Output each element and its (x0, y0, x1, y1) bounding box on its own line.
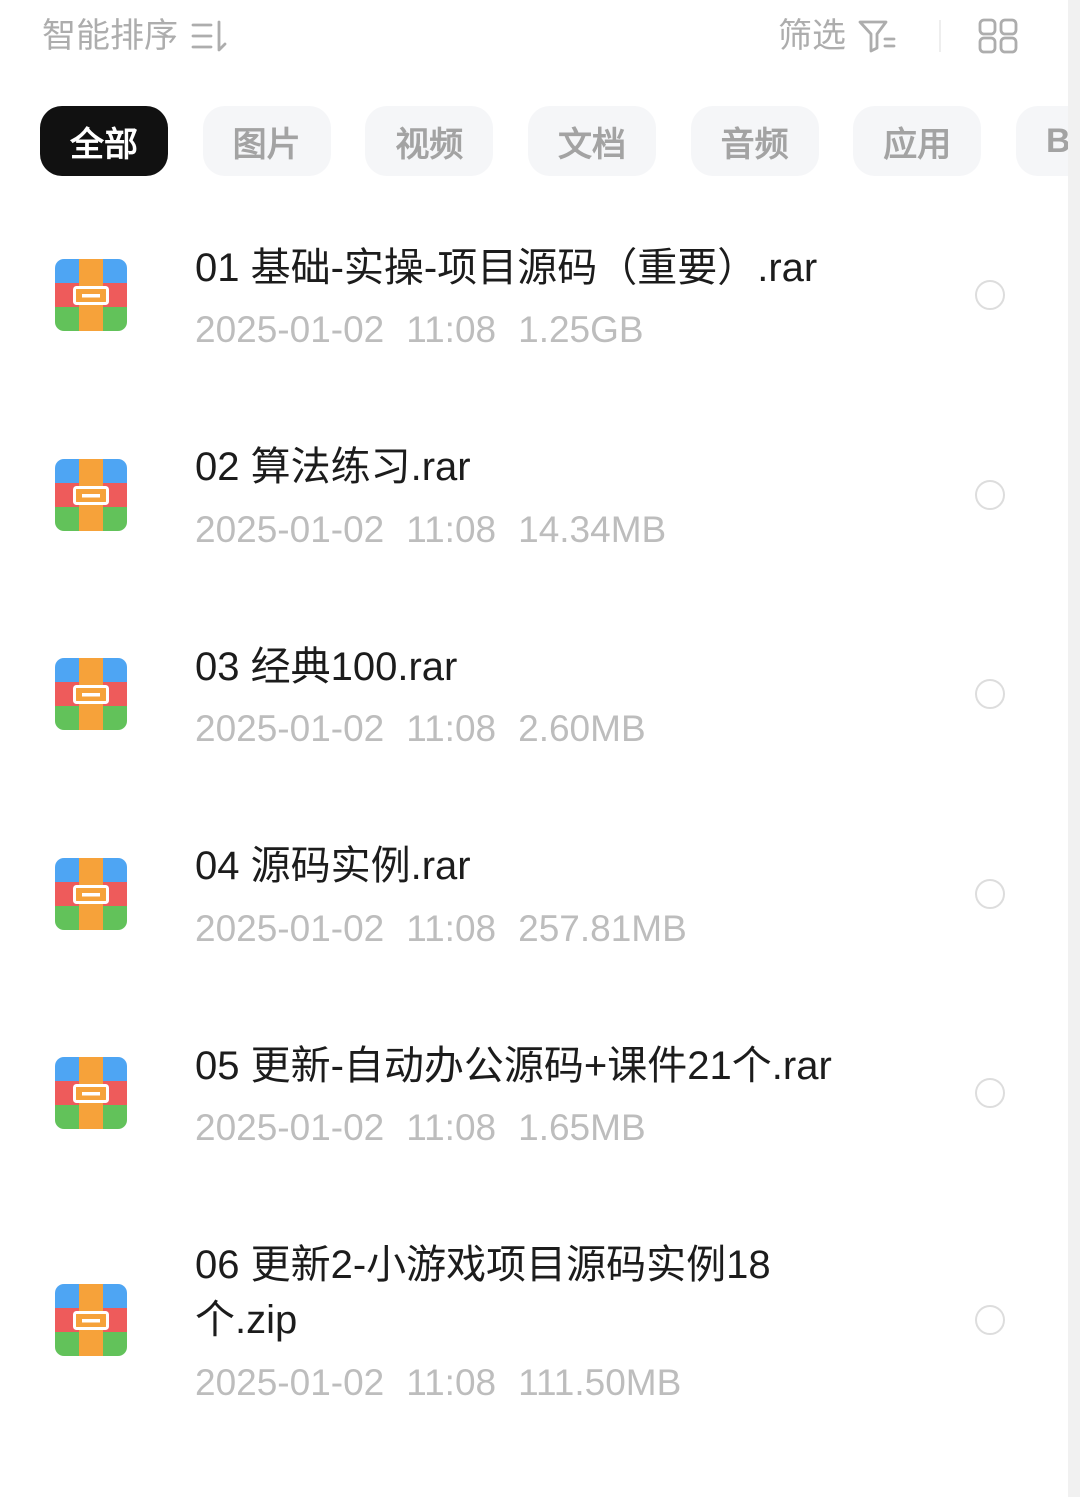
archive-icon (55, 858, 127, 930)
file-time: 11:08 (406, 708, 497, 749)
archive-icon (55, 1284, 127, 1356)
select-radio[interactable] (975, 679, 1005, 710)
file-row[interactable]: 05 更新-自动办公源码+课件21个.rar 2025-01-02 11:08 … (0, 1039, 1068, 1149)
file-size: 257.81MB (518, 907, 687, 949)
select-radio[interactable] (975, 280, 1005, 311)
toolbar-divider (939, 20, 941, 52)
select-radio[interactable] (975, 878, 1005, 909)
file-text: 05 更新-自动办公源码+课件21个.rar 2025-01-02 11:08 … (195, 1039, 832, 1149)
file-time: 11:08 (406, 1107, 497, 1148)
file-row[interactable]: 03 经典100.rar 2025-01-02 11:08 2.60MB (0, 640, 1068, 750)
select-radio[interactable] (975, 479, 1005, 510)
file-text: 06 更新2-小游戏项目源码实例18 个.zip 2025-01-02 11:0… (195, 1238, 771, 1403)
tab-all[interactable]: 全部 (40, 106, 168, 176)
file-name: 04 源码实例.rar (195, 844, 471, 888)
file-row[interactable]: 06 更新2-小游戏项目源码实例18 个.zip 2025-01-02 11:0… (0, 1238, 1068, 1403)
filter-button[interactable]: 筛选 (778, 16, 896, 56)
file-meta: 2025-01-02 11:08 257.81MB (195, 907, 687, 949)
tab-label: 图片 (232, 125, 301, 164)
file-time: 11:08 (406, 508, 497, 550)
file-date: 2025-01-02 (195, 708, 385, 749)
sort-button[interactable]: 智能排序 (42, 16, 230, 56)
tab-label: 全部 (70, 125, 138, 164)
file-name: 05 更新-自动办公源码+课件21个.rar (195, 1043, 832, 1088)
file-name: 03 经典100.rar (195, 644, 458, 689)
file-date: 2025-01-02 (195, 508, 385, 550)
file-size: 1.25GB (518, 309, 644, 350)
select-radio[interactable] (975, 1078, 1005, 1109)
file-text: 04 源码实例.rar 2025-01-02 11:08 257.81MB (195, 839, 687, 949)
file-time: 11:08 (406, 907, 497, 949)
archive-icon (55, 658, 127, 730)
file-meta: 2025-01-02 11:08 1.65MB (195, 1108, 832, 1148)
file-time: 11:08 (406, 309, 497, 350)
tab-label: 视频 (395, 125, 464, 164)
filter-label: 筛选 (778, 17, 846, 55)
file-time: 11:08 (406, 1361, 497, 1403)
tab-label: 应用 (883, 125, 952, 164)
right-edge-strip (1068, 0, 1080, 1497)
file-size: 1.65MB (518, 1107, 646, 1148)
tab-label: 文档 (557, 125, 626, 164)
archive-icon (55, 459, 127, 531)
file-size: 2.60MB (518, 708, 646, 749)
file-text: 03 经典100.rar 2025-01-02 11:08 2.60MB (195, 640, 646, 750)
file-date: 2025-01-02 (195, 907, 385, 949)
category-tabs: 全部 图片 视频 文档 音频 应用 B (0, 106, 1068, 176)
tab-label: 音频 (720, 125, 789, 164)
select-radio[interactable] (975, 1305, 1005, 1336)
file-meta: 2025-01-02 11:08 1.25GB (195, 310, 817, 350)
grid-view-icon (978, 18, 1018, 54)
file-row[interactable]: 02 算法练习.rar 2025-01-02 11:08 14.34MB (0, 440, 1068, 550)
file-row[interactable]: 01 基础-实操-项目源码（重要）.rar 2025-01-02 11:08 1… (0, 241, 1068, 351)
tab-label: B (1045, 121, 1068, 160)
file-text: 01 基础-实操-项目源码（重要）.rar 2025-01-02 11:08 1… (195, 241, 817, 351)
file-name: 06 更新2-小游戏项目源码实例18 (195, 1243, 771, 1287)
tab-images[interactable]: 图片 (202, 106, 331, 176)
archive-icon (55, 259, 127, 331)
tab-partial[interactable]: B (1015, 106, 1068, 176)
filter-icon (858, 20, 896, 53)
file-meta: 2025-01-02 11:08 2.60MB (195, 709, 646, 749)
file-text: 02 算法练习.rar 2025-01-02 11:08 14.34MB (195, 440, 666, 550)
file-date: 2025-01-02 (195, 1361, 385, 1403)
file-name-continuation: 个.zip (195, 1298, 298, 1342)
file-size: 14.34MB (518, 508, 667, 550)
file-name: 01 基础-实操-项目源码（重要）.rar (195, 245, 818, 290)
tab-videos[interactable]: 视频 (365, 106, 494, 176)
file-row[interactable]: 04 源码实例.rar 2025-01-02 11:08 257.81MB (0, 839, 1068, 949)
file-name: 02 算法练习.rar (195, 445, 471, 489)
sort-icon (191, 20, 227, 52)
file-date: 2025-01-02 (195, 1107, 385, 1148)
tab-apps[interactable]: 应用 (853, 106, 982, 176)
archive-icon (55, 1057, 127, 1129)
file-meta: 2025-01-02 11:08 14.34MB (195, 508, 667, 550)
sort-label: 智能排序 (42, 17, 178, 55)
file-date: 2025-01-02 (195, 309, 385, 350)
tab-audio[interactable]: 音频 (690, 106, 819, 176)
tab-documents[interactable]: 文档 (527, 106, 656, 176)
file-list: 01 基础-实操-项目源码（重要）.rar 2025-01-02 11:08 1… (0, 241, 1068, 1403)
file-meta: 2025-01-02 11:08 111.50MB (195, 1361, 771, 1403)
file-size: 111.50MB (518, 1361, 682, 1403)
view-toggle-button[interactable] (976, 17, 1020, 55)
